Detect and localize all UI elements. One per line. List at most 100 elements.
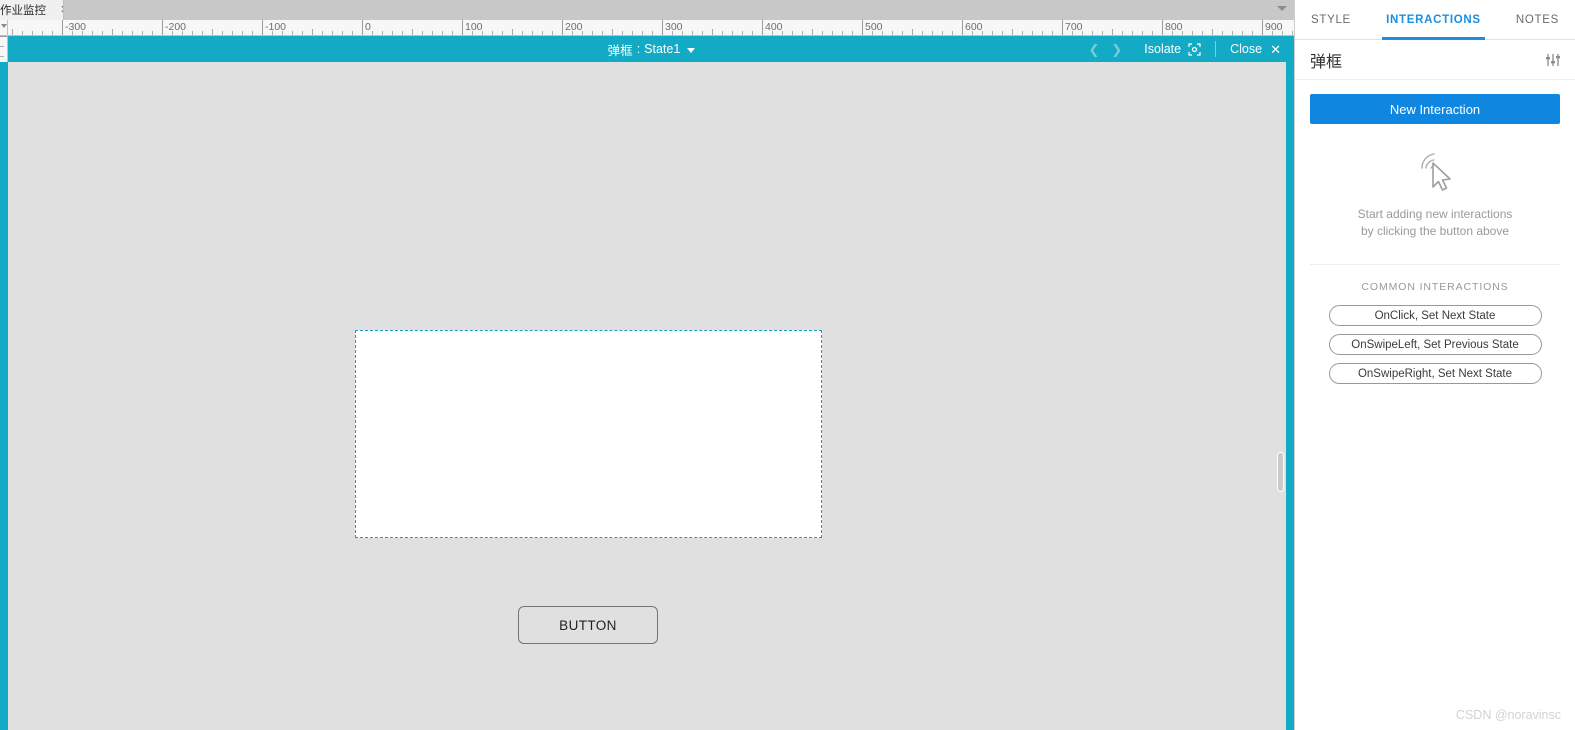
artboard-state-title[interactable]: 弹框: State1: [608, 40, 696, 59]
tab-interactions[interactable]: INTERACTIONS: [1382, 0, 1485, 40]
ruler-tick-minor: [692, 31, 693, 35]
close-artboard-button[interactable]: Close ✕: [1216, 41, 1294, 57]
ruler-label: 500: [865, 21, 883, 33]
ruler-corner[interactable]: [0, 20, 8, 36]
document-tab[interactable]: 作业监控 ✕: [0, 0, 64, 20]
ruler-tick-minor: [572, 31, 573, 35]
ruler-tick-minor: [972, 31, 973, 35]
ruler-tick-minor: [1042, 31, 1043, 35]
ruler-tick-minor: [342, 31, 343, 35]
ruler-tick-minor: [352, 31, 353, 35]
empty-state-line2: by clicking the button above: [1360, 224, 1510, 238]
tab-style-label: STYLE: [1311, 13, 1351, 26]
sliders-icon[interactable]: [1545, 53, 1561, 67]
ruler-tick-minor: [122, 31, 123, 35]
ruler-tick-minor: [552, 31, 553, 35]
ruler-tick-minor: [542, 31, 543, 35]
empty-state-text: Start adding new interactions by clickin…: [1358, 206, 1513, 240]
artboard-name: 弹框: [607, 43, 633, 58]
ruler-tick-minor: [882, 31, 883, 35]
ruler-tick-minor: [1282, 31, 1283, 35]
ruler-tick-minor: [892, 31, 893, 35]
ruler-tick-minor: [932, 31, 933, 35]
ruler-tick-major: [562, 20, 563, 35]
page-title: 弹框: [1310, 53, 1343, 71]
common-interaction-onswiperight[interactable]: OnSwipeRight, Set Next State: [1328, 363, 1542, 384]
click-cursor-icon: [1407, 146, 1463, 194]
ruler-tick-minor: [412, 29, 413, 35]
ruler-tick-minor: [442, 31, 443, 35]
ruler-tick-minor: [1072, 31, 1073, 35]
tab-interactions-label: INTERACTIONS: [1386, 13, 1481, 26]
ruler-tick-minor: [1132, 31, 1133, 35]
ruler-tick-minor: [282, 31, 283, 35]
ruler-tick-minor: [202, 31, 203, 35]
ruler-tick-minor: [1202, 31, 1203, 35]
ruler-tick-minor: [922, 31, 923, 35]
ruler-tick-minor: [802, 31, 803, 35]
artboard-state-separator: :: [636, 42, 641, 56]
ruler-tick-minor: [42, 31, 43, 35]
ruler-tick-major: [1162, 20, 1163, 35]
chevron-down-icon[interactable]: [1, 24, 7, 28]
ruler-tick-minor: [392, 31, 393, 35]
ruler-tick-minor: [632, 31, 633, 35]
design-canvas[interactable]: BUTTON: [8, 62, 1287, 730]
close-icon[interactable]: ✕: [60, 4, 63, 16]
ruler-tick-minor: [222, 31, 223, 35]
inspector-header: 弹框: [1295, 40, 1575, 80]
ruler-tick-minor: [322, 31, 323, 35]
ruler-tick-minor: [1292, 31, 1293, 35]
button-shape[interactable]: BUTTON: [518, 606, 658, 644]
ruler-tick-minor: [1182, 31, 1183, 35]
ruler-label: 0: [365, 21, 371, 33]
ruler-tick-minor: [1022, 31, 1023, 35]
ruler-tick-major: [462, 20, 463, 35]
ruler-tick-minor: [712, 29, 713, 35]
ruler-tick-major: [62, 20, 63, 35]
artboard-state-name: State1: [644, 42, 681, 56]
ruler-tick-minor: [1012, 29, 1013, 35]
common-interaction-onswipeleft[interactable]: OnSwipeLeft, Set Previous State: [1328, 334, 1542, 355]
document-tab-bar: 作业监控 ✕: [0, 0, 1294, 20]
new-interaction-button[interactable]: New Interaction: [1310, 94, 1560, 124]
tab-notes-label: NOTES: [1515, 13, 1559, 26]
close-label: Close: [1230, 42, 1263, 56]
canvas-vertical-scrollbar[interactable]: [1277, 452, 1284, 492]
ruler-tick-minor: [832, 31, 833, 35]
horizontal-ruler: -300 -200 -100 0 100 200 300 400 500 600 700 800 900: [0, 20, 1294, 36]
ruler-tick-minor: [132, 31, 133, 35]
ruler-tick-minor: [402, 31, 403, 35]
ruler-tick-minor: [622, 31, 623, 35]
ruler-tick-minor: [12, 29, 13, 35]
close-icon: ✕: [1270, 41, 1281, 57]
chevron-down-icon[interactable]: [1277, 6, 1287, 11]
ruler-tick-minor: [682, 31, 683, 35]
common-interaction-onclick[interactable]: OnClick, Set Next State: [1328, 305, 1542, 326]
isolate-button[interactable]: Isolate: [1144, 41, 1217, 57]
ruler-tick-minor: [192, 31, 193, 35]
tab-style[interactable]: STYLE: [1309, 0, 1353, 39]
ruler-tick-minor: [332, 31, 333, 35]
watermark: CSDN @noravinsc: [1455, 708, 1561, 722]
ruler-tick-minor: [792, 31, 793, 35]
common-interactions-list: OnClick, Set Next State OnSwipeLeft, Set…: [1310, 305, 1560, 384]
tab-notes[interactable]: NOTES: [1514, 0, 1561, 39]
dialog-shape[interactable]: [355, 330, 822, 538]
ruler-tick-minor: [1272, 31, 1273, 35]
chevron-right-icon[interactable]: ❯: [1111, 43, 1122, 56]
ruler-label: 600: [965, 21, 983, 33]
chevron-down-icon[interactable]: [687, 47, 696, 53]
ruler-tick-minor: [1252, 31, 1253, 35]
ruler-label: 300: [665, 21, 683, 33]
artboard-edge-left: [0, 62, 8, 730]
ruler-tick-minor: [492, 31, 493, 35]
ruler-tick-minor: [382, 31, 383, 35]
inspector-panel: STYLE INTERACTIONS NOTES 弹框 New Interact…: [1295, 0, 1575, 730]
ruler-tick-major: [362, 20, 363, 35]
ruler-tick-minor: [602, 31, 603, 35]
ruler-tick-minor: [1002, 31, 1003, 35]
ruler-tick-minor: [812, 29, 813, 35]
chevron-left-icon[interactable]: ❮: [1088, 43, 1099, 56]
common-interactions-title: COMMON INTERACTIONS: [1361, 281, 1509, 293]
